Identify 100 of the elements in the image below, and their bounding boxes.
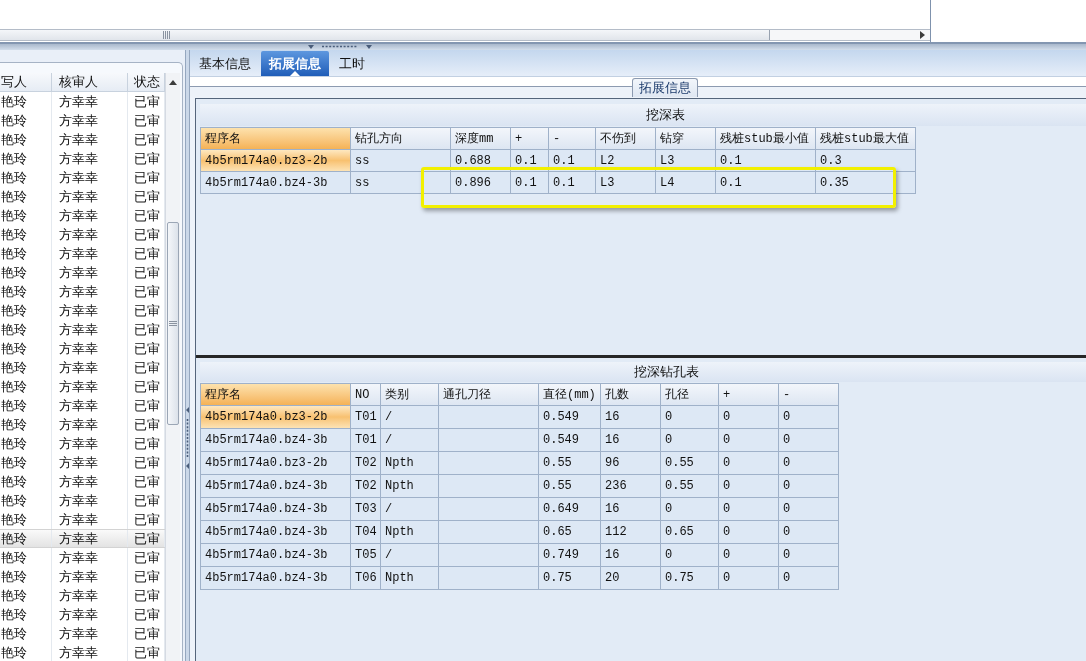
- table-cell[interactable]: 0.75: [661, 567, 719, 590]
- right-arrow-icon[interactable]: [920, 31, 925, 39]
- table-cell[interactable]: [439, 567, 539, 590]
- column-header[interactable]: 程序名: [201, 384, 351, 406]
- column-header[interactable]: 残桩stub最大值: [816, 128, 916, 150]
- table-cell[interactable]: [439, 498, 539, 521]
- table-cell[interactable]: 0: [719, 521, 779, 544]
- table-cell[interactable]: 0: [779, 475, 839, 498]
- table-cell[interactable]: 0: [719, 498, 779, 521]
- table-cell[interactable]: 4b5rm174a0.bz4-3b: [201, 567, 351, 590]
- table-cell[interactable]: 0.549: [539, 406, 601, 429]
- table-cell[interactable]: 0.55: [661, 452, 719, 475]
- tab[interactable]: 工时: [331, 51, 373, 76]
- table-cell[interactable]: 0.649: [539, 498, 601, 521]
- table-cell[interactable]: T06: [351, 567, 381, 590]
- table-cell[interactable]: 0: [719, 406, 779, 429]
- column-header[interactable]: 孔数: [601, 384, 661, 406]
- table-cell[interactable]: T03: [351, 498, 381, 521]
- table-cell[interactable]: 4b5rm174a0.bz4-3b: [201, 475, 351, 498]
- table-cell[interactable]: 0.1: [511, 150, 549, 172]
- table-cell[interactable]: T02: [351, 475, 381, 498]
- table-cell[interactable]: 0: [779, 429, 839, 452]
- table-cell[interactable]: 0: [719, 567, 779, 590]
- column-header[interactable]: NO: [351, 384, 381, 406]
- table-cell[interactable]: 0: [779, 521, 839, 544]
- column-header[interactable]: 深度mm: [451, 128, 511, 150]
- table-cell[interactable]: 0: [661, 406, 719, 429]
- table-cell[interactable]: 0.55: [539, 475, 601, 498]
- table-cell[interactable]: 0.55: [661, 475, 719, 498]
- tab[interactable]: 基本信息: [191, 51, 259, 76]
- table-cell[interactable]: 0: [661, 544, 719, 567]
- table-cell[interactable]: 4b5rm174a0.bz4-3b: [201, 498, 351, 521]
- table-cell[interactable]: L2: [596, 150, 656, 172]
- table-cell[interactable]: 0: [719, 429, 779, 452]
- table-cell[interactable]: 16: [601, 544, 661, 567]
- splitter-grip-icon[interactable]: [308, 45, 372, 50]
- column-header[interactable]: 类别: [381, 384, 439, 406]
- table-cell[interactable]: /: [381, 544, 439, 567]
- column-header[interactable]: 残桩stub最小值: [716, 128, 816, 150]
- table-cell[interactable]: [439, 544, 539, 567]
- table-cell[interactable]: L4: [656, 172, 716, 194]
- table-cell[interactable]: 16: [601, 406, 661, 429]
- up-arrow-icon[interactable]: [169, 79, 177, 85]
- table-cell[interactable]: 0: [719, 452, 779, 475]
- table-cell[interactable]: 0.65: [539, 521, 601, 544]
- table-cell[interactable]: T01: [351, 406, 381, 429]
- table-cell[interactable]: T05: [351, 544, 381, 567]
- column-header[interactable]: 不伤到: [596, 128, 656, 150]
- column-header[interactable]: 钻穿: [656, 128, 716, 150]
- tab[interactable]: 拓展信息: [261, 51, 329, 76]
- column-header[interactable]: 核审人: [52, 73, 128, 91]
- table-cell[interactable]: 0: [779, 544, 839, 567]
- column-header[interactable]: +: [511, 128, 549, 150]
- table-cell[interactable]: /: [381, 429, 439, 452]
- table-cell[interactable]: [439, 475, 539, 498]
- table-cell[interactable]: 0.1: [549, 172, 596, 194]
- table-cell[interactable]: 0: [719, 544, 779, 567]
- table-cell[interactable]: 0: [779, 452, 839, 475]
- column-header[interactable]: 写人: [0, 73, 52, 91]
- table-cell[interactable]: Npth: [381, 475, 439, 498]
- table-cell[interactable]: 0.35: [816, 172, 916, 194]
- table-cell[interactable]: 0.549: [539, 429, 601, 452]
- scrollbar-thumb[interactable]: [167, 222, 179, 425]
- table-cell[interactable]: 4b5rm174a0.bz3-2b: [201, 406, 351, 429]
- table-cell[interactable]: 0.3: [816, 150, 916, 172]
- table-cell[interactable]: 112: [601, 521, 661, 544]
- table-cell[interactable]: ss: [351, 150, 451, 172]
- column-header[interactable]: 钻孔方向: [351, 128, 451, 150]
- table-cell[interactable]: Npth: [381, 567, 439, 590]
- table-cell[interactable]: T02: [351, 452, 381, 475]
- table-cell[interactable]: 0: [779, 567, 839, 590]
- table-cell[interactable]: 0: [779, 406, 839, 429]
- table-cell[interactable]: 4b5rm174a0.bz4-3b: [201, 521, 351, 544]
- table-cell[interactable]: T01: [351, 429, 381, 452]
- vertical-scrollbar[interactable]: [165, 73, 180, 661]
- horizontal-scrollbar[interactable]: [0, 29, 930, 41]
- table-cell[interactable]: 0: [719, 475, 779, 498]
- table-cell[interactable]: 0.1: [511, 172, 549, 194]
- table-cell[interactable]: 0.1: [716, 172, 816, 194]
- table-cell[interactable]: 20: [601, 567, 661, 590]
- table-cell[interactable]: 4b5rm174a0.bz3-2b: [201, 452, 351, 475]
- column-header[interactable]: 程序名: [201, 128, 351, 150]
- table-cell[interactable]: /: [381, 406, 439, 429]
- table-cell[interactable]: 16: [601, 498, 661, 521]
- table-cell[interactable]: 0.896: [451, 172, 511, 194]
- column-header[interactable]: -: [779, 384, 839, 406]
- table-cell[interactable]: 0.688: [451, 150, 511, 172]
- table-cell[interactable]: 0.65: [661, 521, 719, 544]
- table-cell[interactable]: 96: [601, 452, 661, 475]
- table-cell[interactable]: 0.749: [539, 544, 601, 567]
- table-cell[interactable]: Npth: [381, 521, 439, 544]
- table-cell[interactable]: Npth: [381, 452, 439, 475]
- column-header[interactable]: -: [549, 128, 596, 150]
- table-cell[interactable]: [439, 406, 539, 429]
- splitter-grip-icon[interactable]: [186, 407, 189, 469]
- table-cell[interactable]: 0.1: [716, 150, 816, 172]
- table-cell[interactable]: /: [381, 498, 439, 521]
- table-cell[interactable]: [439, 521, 539, 544]
- table-cell[interactable]: 4b5rm174a0.bz4-3b: [201, 172, 351, 194]
- table-cell[interactable]: L3: [656, 150, 716, 172]
